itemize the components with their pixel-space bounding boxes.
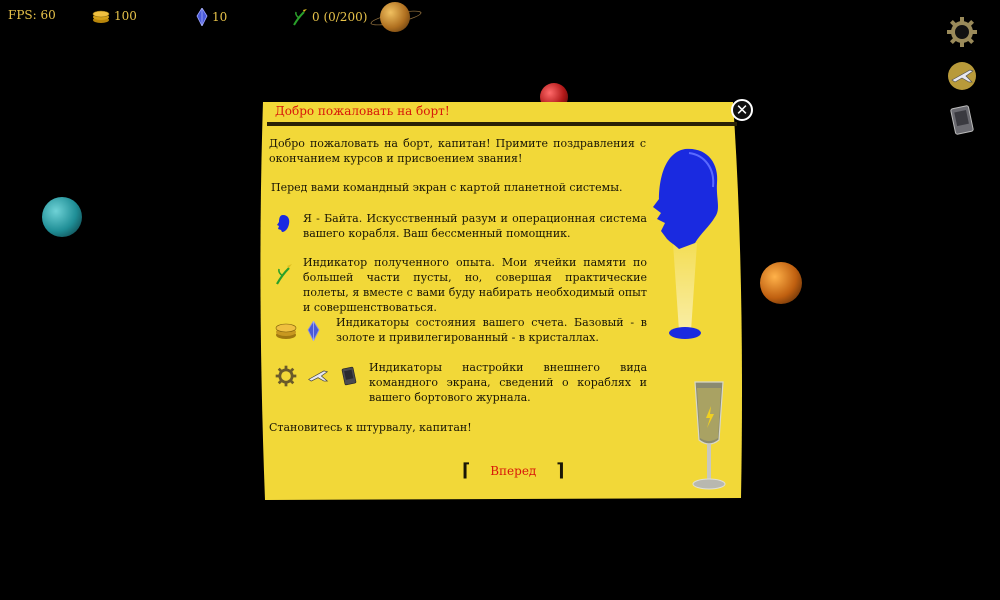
- gold-coins-icon: [92, 8, 110, 24]
- dialog-title: Добро пожаловать на борт!: [275, 104, 450, 118]
- row-text: Индикатор полученного опыта. Мои ячейки …: [303, 256, 647, 314]
- crystal-icon: [196, 8, 208, 26]
- experience-sprout-icon: [292, 8, 308, 26]
- bracket-left-icon: ⌈: [462, 460, 471, 481]
- screen-note-text: Перед вами командный экран с картой план…: [271, 181, 623, 194]
- planet-saturn[interactable]: [380, 2, 410, 32]
- ai-hologram-avatar: [653, 148, 719, 339]
- ships-button[interactable]: [944, 60, 980, 96]
- gear-icon: [946, 16, 978, 52]
- list-item: Индикаторы настройки внешнего вида коман…: [275, 360, 647, 405]
- gold-indicator: 100: [92, 8, 137, 24]
- list-item: Индикатор полученного опыта. Мои ячейки …: [275, 255, 647, 315]
- row-text: Я - Байта. Искусственный разум и операци…: [303, 212, 647, 240]
- close-button[interactable]: ✕: [731, 99, 753, 121]
- gold-value: 100: [114, 9, 137, 23]
- ai-head-icon: [275, 214, 291, 238]
- experience-indicator: 0 (0/200): [292, 8, 367, 26]
- outro-text: Становитесь к штурвалу, капитан!: [269, 421, 472, 434]
- row-text: Индикаторы настройки внешнего вида коман…: [369, 361, 647, 404]
- right-toolbar: [944, 16, 980, 140]
- planet-teal[interactable]: [42, 197, 82, 237]
- gold-coins-icon: [275, 322, 297, 344]
- logbook-icon: [339, 365, 359, 391]
- intro-text: Добро пожаловать на борт, капитан! Прими…: [269, 137, 646, 165]
- bracket-right-icon: ⌉: [556, 460, 565, 481]
- ship-icon: [307, 367, 329, 389]
- fps-counter: FPS: 60: [8, 8, 56, 22]
- champagne-glass-icon: [692, 381, 726, 490]
- journal-button[interactable]: [944, 104, 980, 140]
- list-item: Я - Байта. Искусственный разум и операци…: [275, 211, 647, 241]
- logbook-icon: [946, 104, 978, 140]
- experience-value: 0 (0/200): [312, 10, 368, 24]
- welcome-dialog: Добро пожаловать на борт! ✕ Добро пожало…: [255, 98, 755, 503]
- planet-orange[interactable]: [760, 262, 802, 304]
- ship-icon: [946, 60, 978, 96]
- next-button[interactable]: ⌈ Вперед ⌉: [462, 460, 565, 481]
- settings-button[interactable]: [944, 16, 980, 52]
- crystal-indicator: 10: [196, 8, 227, 26]
- experience-sprout-icon: [275, 263, 293, 289]
- crystal-value: 10: [212, 10, 228, 24]
- fps-text: FPS: 60: [8, 8, 56, 22]
- gear-icon: [275, 365, 297, 391]
- list-item: Индикаторы состояния вашего счета. Базов…: [275, 315, 647, 345]
- row-text: Индикаторы состояния вашего счета. Базов…: [336, 316, 647, 344]
- crystal-icon: [307, 320, 320, 345]
- next-label: Вперед: [490, 463, 537, 478]
- title-divider: [267, 122, 737, 126]
